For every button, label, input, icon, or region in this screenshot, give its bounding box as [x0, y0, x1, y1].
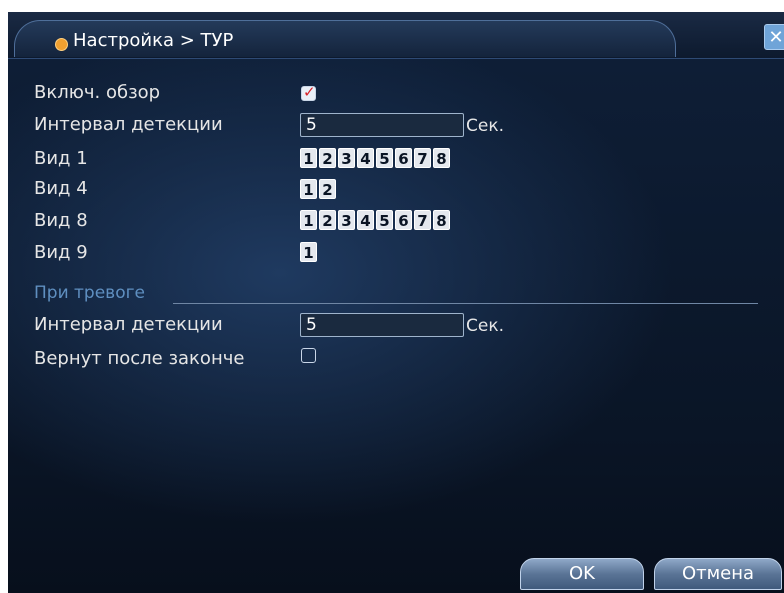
interval-input[interactable]: 5: [300, 113, 464, 137]
view4-channels: 1 2: [300, 179, 336, 199]
view4-channel-1[interactable]: 1: [300, 179, 317, 199]
view8-channels: 1 2 3 4 5 6 7 8: [300, 210, 450, 230]
view8-channel-4[interactable]: 4: [357, 210, 374, 230]
close-button[interactable]: ✕: [764, 24, 784, 50]
view1-channel-3[interactable]: 3: [338, 148, 355, 168]
interval-label: Интервал детекции: [34, 114, 223, 135]
view8-channel-5[interactable]: 5: [376, 210, 393, 230]
view1-channel-5[interactable]: 5: [376, 148, 393, 168]
enable-tour-checkbox[interactable]: ✓: [301, 83, 316, 101]
view1-channels: 1 2 3 4 5 6 7 8: [300, 148, 450, 168]
view4-label: Вид 4: [34, 178, 88, 199]
alarm-interval-unit: Сек.: [466, 316, 505, 336]
checkmark-icon: ✓: [303, 83, 316, 101]
interval-unit: Сек.: [466, 116, 505, 136]
section-divider: [173, 303, 758, 304]
alarm-interval-label: Интервал детекции: [34, 314, 223, 335]
tour-settings-window: Настройка > ТУР ✕ Включ. обзор ✓ Интерва…: [8, 12, 784, 593]
return-after-checkbox[interactable]: [301, 348, 316, 363]
view1-channel-2[interactable]: 2: [319, 148, 336, 168]
view9-label: Вид 9: [34, 242, 88, 263]
view1-label: Вид 1: [34, 148, 88, 169]
view8-channel-1[interactable]: 1: [300, 210, 317, 230]
cancel-button[interactable]: Отмена: [654, 558, 782, 590]
view1-channel-4[interactable]: 4: [357, 148, 374, 168]
view1-channel-1[interactable]: 1: [300, 148, 317, 168]
view4-channel-2[interactable]: 2: [319, 179, 336, 199]
alarm-section-title: При тревоге: [34, 283, 145, 303]
view8-channel-8[interactable]: 8: [433, 210, 450, 230]
view1-channel-6[interactable]: 6: [395, 148, 412, 168]
view9-channels: 1: [300, 242, 317, 262]
view8-channel-2[interactable]: 2: [319, 210, 336, 230]
view1-channel-7[interactable]: 7: [414, 148, 431, 168]
title-bar: Настройка > ТУР ✕: [8, 12, 784, 58]
alarm-interval-input[interactable]: 5: [300, 313, 464, 337]
view1-channel-8[interactable]: 8: [433, 148, 450, 168]
view8-channel-6[interactable]: 6: [395, 210, 412, 230]
enable-tour-label: Включ. обзор: [34, 82, 161, 103]
view8-channel-7[interactable]: 7: [414, 210, 431, 230]
settings-panel: Включ. обзор ✓ Интервал детекции 5 Сек. …: [8, 58, 784, 593]
view8-channel-3[interactable]: 3: [338, 210, 355, 230]
return-after-label: Вернут после законче: [34, 348, 245, 369]
view8-label: Вид 8: [34, 210, 88, 231]
title-dot-icon: [55, 38, 68, 51]
close-icon: ✕: [768, 27, 784, 48]
view9-channel-1[interactable]: 1: [300, 242, 317, 262]
ok-button[interactable]: OK: [520, 558, 644, 590]
window-title: Настройка > ТУР: [73, 30, 234, 51]
title-tab: Настройка > ТУР: [14, 20, 676, 57]
